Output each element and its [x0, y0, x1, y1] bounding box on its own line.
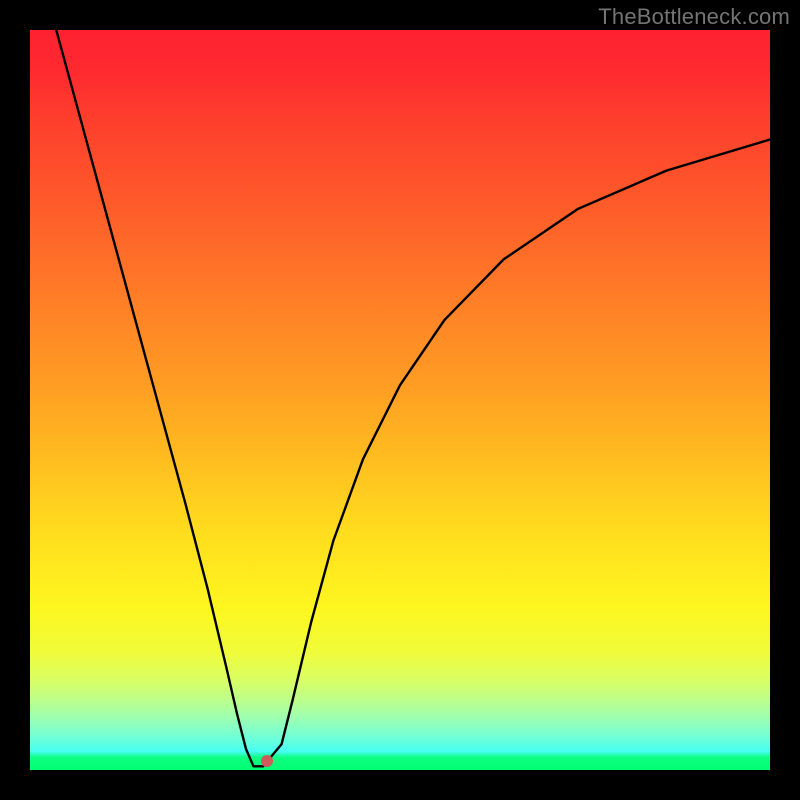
watermark-text: TheBottleneck.com [598, 4, 790, 30]
plot-area [30, 30, 770, 770]
curve-path [52, 30, 770, 766]
bottleneck-curve [30, 30, 770, 770]
chart-stage: TheBottleneck.com [0, 0, 800, 800]
minimum-marker-dot [261, 755, 273, 767]
